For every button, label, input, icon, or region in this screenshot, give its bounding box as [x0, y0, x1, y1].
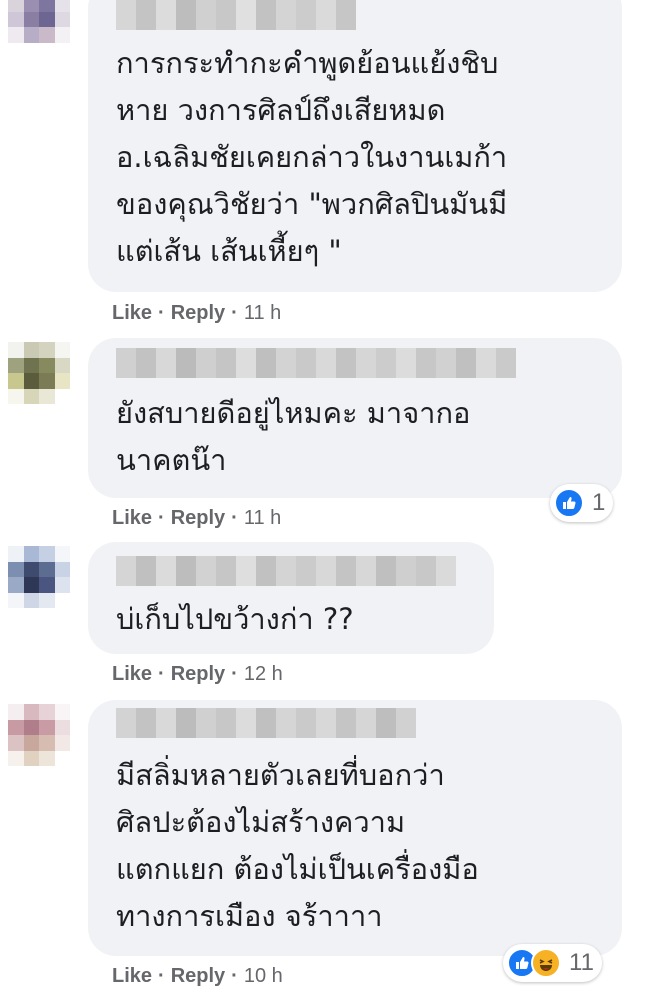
comment-actions: Like · Reply · 11 h — [112, 302, 281, 325]
reply-button[interactable]: Reply — [171, 302, 225, 325]
comment-actions: Like · Reply · 12 h — [112, 663, 283, 686]
commenter-name[interactable] — [116, 708, 416, 738]
comment-text: มีสลิ่มหลายตัวเลยที่บอกว่า ศิลปะต้องไม่ส… — [116, 758, 479, 933]
reply-button[interactable]: Reply — [171, 663, 225, 686]
separator: · — [158, 507, 165, 529]
avatar[interactable] — [8, 546, 70, 608]
comment-actions: Like · Reply · 10 h — [112, 965, 283, 988]
comment-text: บ่เก็บไปขว้างก่า ?? — [116, 602, 354, 636]
comment-bubble: มีสลิ่มหลายตัวเลยที่บอกว่า ศิลปะต้องไม่ส… — [88, 700, 622, 956]
timestamp[interactable]: 10 h — [244, 965, 283, 988]
separator: · — [231, 663, 238, 685]
timestamp[interactable]: 11 h — [244, 302, 281, 325]
like-button[interactable]: Like — [112, 507, 152, 530]
reaction-count: 11 — [569, 949, 594, 976]
timestamp[interactable]: 11 h — [244, 507, 281, 530]
avatar[interactable] — [8, 342, 70, 404]
reactions-summary[interactable]: 1 — [550, 484, 614, 522]
like-button[interactable]: Like — [112, 302, 152, 325]
comment-text: ยังสบายดีอยู่ไหมคะ มาจากอ นาคตน๊า — [116, 396, 471, 477]
comment-bubble: การกระทำกะคำพูดย้อนแย้งชิบ หาย วงการศิลป… — [88, 0, 622, 292]
like-button[interactable]: Like — [112, 965, 152, 988]
commenter-name[interactable] — [116, 556, 456, 586]
reaction-count: 1 — [592, 489, 606, 516]
reply-button[interactable]: Reply — [171, 507, 225, 530]
separator: · — [158, 965, 165, 987]
like-button[interactable]: Like — [112, 663, 152, 686]
separator: · — [231, 302, 238, 324]
commenter-name[interactable] — [116, 348, 516, 378]
like-icon — [554, 488, 584, 518]
commenter-name[interactable] — [116, 0, 356, 30]
haha-icon — [531, 948, 561, 978]
comment-bubble: บ่เก็บไปขว้างก่า ?? — [88, 542, 494, 654]
comment-text: การกระทำกะคำพูดย้อนแย้งชิบ หาย วงการศิลป… — [116, 46, 508, 268]
comment-actions: Like · Reply · 11 h — [112, 507, 281, 530]
reply-button[interactable]: Reply — [171, 965, 225, 988]
reactions-summary[interactable]: 11 — [503, 944, 602, 982]
separator: · — [231, 507, 238, 529]
separator: · — [158, 663, 165, 685]
separator: · — [158, 302, 165, 324]
comment-bubble: ยังสบายดีอยู่ไหมคะ มาจากอ นาคตน๊า — [88, 338, 622, 498]
avatar[interactable] — [8, 0, 70, 58]
timestamp[interactable]: 12 h — [244, 663, 283, 686]
avatar[interactable] — [8, 704, 70, 766]
separator: · — [231, 965, 238, 987]
